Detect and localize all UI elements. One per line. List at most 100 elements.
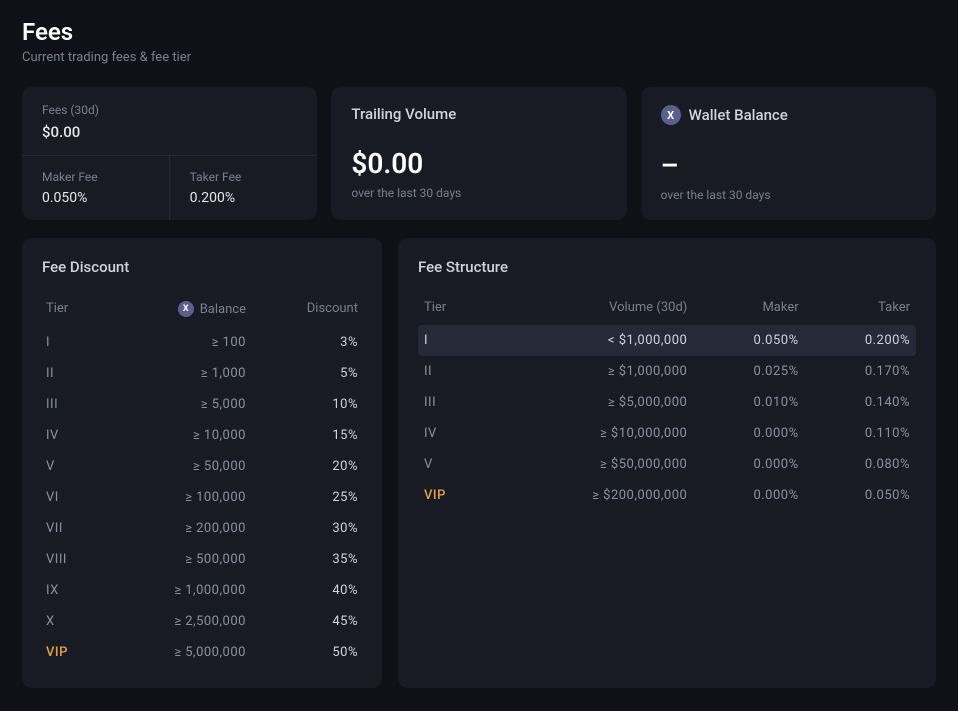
fee-discount-card: Fee Discount Tier X Balance Discount I≥ … [22, 238, 382, 688]
balance-cell: ≥ 100 [99, 327, 250, 358]
fee-structure-title: Fee Structure [418, 258, 916, 276]
tier-cell: IV [42, 420, 99, 451]
summary-cards: Fees (30d) $0.00 Maker Fee 0.050% Taker … [22, 87, 936, 220]
tier-cell: VII [42, 513, 99, 544]
wallet-balance-card: X Wallet Balance – over the last 30 days [641, 87, 936, 220]
table-row: II≥ 1,0005% [42, 358, 362, 389]
table-row: III≥ 5,00010% [42, 389, 362, 420]
table-row: III≥ $5,000,0000.010%0.140% [418, 387, 916, 418]
discount-cell: 15% [250, 420, 362, 451]
table-row: VI≥ 100,00025% [42, 482, 362, 513]
maker-cell: 0.025% [693, 356, 804, 387]
discount-cell: 50% [250, 637, 362, 668]
tier-cell: V [42, 451, 99, 482]
balance-cell: ≥ 10,000 [99, 420, 250, 451]
table-row: VIII≥ 500,00035% [42, 544, 362, 575]
wallet-balance-subtext: over the last 30 days [661, 188, 916, 202]
fee-structure-card: Fee Structure Tier Volume (30d) Maker Ta… [398, 238, 936, 688]
tier-cell: VIP [42, 637, 99, 668]
maker-cell: 0.000% [693, 480, 804, 511]
token-icon: X [661, 105, 681, 125]
discount-cell: 5% [250, 358, 362, 389]
tier-cell: VIP [418, 480, 485, 511]
maker-fee-label: Maker Fee [42, 170, 149, 184]
taker-cell: 0.110% [805, 418, 916, 449]
structure-col-maker: Maker [693, 294, 804, 325]
volume-cell: < $1,000,000 [485, 325, 694, 356]
discount-col-balance-label: Balance [200, 302, 246, 317]
taker-cell: 0.140% [805, 387, 916, 418]
tier-cell: IX [42, 575, 99, 606]
table-row: VIP≥ $200,000,0000.000%0.050% [418, 480, 916, 511]
table-row: VII≥ 200,00030% [42, 513, 362, 544]
taker-cell: 0.170% [805, 356, 916, 387]
balance-cell: ≥ 5,000,000 [99, 637, 250, 668]
balance-cell: ≥ 100,000 [99, 482, 250, 513]
discount-cell: 3% [250, 327, 362, 358]
discount-cell: 35% [250, 544, 362, 575]
discount-cell: 10% [250, 389, 362, 420]
structure-col-taker: Taker [805, 294, 916, 325]
trailing-volume-subtext: over the last 30 days [351, 186, 606, 200]
trailing-volume-card: Trailing Volume $0.00 over the last 30 d… [331, 87, 626, 220]
tier-cell: II [418, 356, 485, 387]
maker-cell: 0.000% [693, 418, 804, 449]
tier-cell: III [42, 389, 99, 420]
wallet-balance-title: Wallet Balance [689, 106, 788, 124]
fees-summary-card: Fees (30d) $0.00 Maker Fee 0.050% Taker … [22, 87, 317, 220]
taker-cell: 0.200% [805, 325, 916, 356]
tier-cell: I [418, 325, 485, 356]
taker-cell: 0.050% [805, 480, 916, 511]
table-row: VIP≥ 5,000,00050% [42, 637, 362, 668]
discount-cell: 45% [250, 606, 362, 637]
maker-cell: 0.050% [693, 325, 804, 356]
balance-cell: ≥ 5,000 [99, 389, 250, 420]
discount-cell: 30% [250, 513, 362, 544]
volume-cell: ≥ $5,000,000 [485, 387, 694, 418]
discount-cell: 25% [250, 482, 362, 513]
taker-fee-value: 0.200% [190, 190, 298, 206]
balance-cell: ≥ 1,000 [99, 358, 250, 389]
maker-cell: 0.010% [693, 387, 804, 418]
tier-cell: IV [418, 418, 485, 449]
wallet-balance-value: – [661, 149, 916, 182]
discount-col-discount: Discount [250, 294, 362, 327]
table-row: IV≥ 10,00015% [42, 420, 362, 451]
balance-cell: ≥ 500,000 [99, 544, 250, 575]
discount-col-tier: Tier [42, 294, 99, 327]
trailing-volume-value: $0.00 [351, 147, 606, 180]
table-row: I< $1,000,0000.050%0.200% [418, 325, 916, 356]
balance-cell: ≥ 50,000 [99, 451, 250, 482]
tier-cell: III [418, 387, 485, 418]
volume-cell: ≥ $1,000,000 [485, 356, 694, 387]
taker-fee-label: Taker Fee [190, 170, 298, 184]
fee-discount-table: Tier X Balance Discount I≥ 1003%II≥ 1,00… [42, 294, 362, 668]
token-icon: X [178, 301, 194, 317]
structure-col-tier: Tier [418, 294, 485, 325]
volume-cell: ≥ $10,000,000 [485, 418, 694, 449]
trailing-volume-title: Trailing Volume [351, 105, 456, 123]
tier-cell: II [42, 358, 99, 389]
tier-cell: X [42, 606, 99, 637]
fee-discount-title: Fee Discount [42, 258, 362, 276]
table-row: II≥ $1,000,0000.025%0.170% [418, 356, 916, 387]
fee-structure-table: Tier Volume (30d) Maker Taker I< $1,000,… [418, 294, 916, 511]
structure-col-volume: Volume (30d) [485, 294, 694, 325]
discount-cell: 20% [250, 451, 362, 482]
tier-cell: VIII [42, 544, 99, 575]
table-row: X≥ 2,500,00045% [42, 606, 362, 637]
fees-30d-value: $0.00 [42, 123, 297, 141]
taker-cell: 0.080% [805, 449, 916, 480]
table-row: I≥ 1003% [42, 327, 362, 358]
maker-cell: 0.000% [693, 449, 804, 480]
table-row: IV≥ $10,000,0000.000%0.110% [418, 418, 916, 449]
balance-cell: ≥ 1,000,000 [99, 575, 250, 606]
discount-cell: 40% [250, 575, 362, 606]
tier-cell: I [42, 327, 99, 358]
fees-30d-label: Fees (30d) [42, 103, 297, 117]
balance-cell: ≥ 200,000 [99, 513, 250, 544]
table-row: V≥ 50,00020% [42, 451, 362, 482]
balance-cell: ≥ 2,500,000 [99, 606, 250, 637]
table-row: IX≥ 1,000,00040% [42, 575, 362, 606]
discount-col-balance: X Balance [99, 294, 250, 327]
